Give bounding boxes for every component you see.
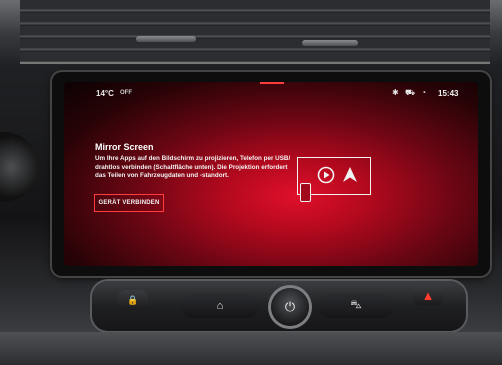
power-icon: ⏻ bbox=[284, 299, 296, 314]
infotainment-screen: 14°C OFF ✱ ⛟ ◔ 15:43 Mirror Screen Um Ih… bbox=[64, 82, 478, 266]
car-icon: ⛍ bbox=[350, 299, 362, 311]
car-connection-icon: ⛟ bbox=[404, 88, 416, 97]
vent-slat-left bbox=[136, 36, 196, 42]
carplay-icon bbox=[343, 167, 357, 182]
lock-icon[interactable]: 🔒 bbox=[118, 290, 148, 310]
vent-slat-right bbox=[302, 40, 358, 46]
home-button[interactable]: ⌂ bbox=[180, 294, 260, 318]
status-icons: ✱ ⛟ ◔ bbox=[392, 88, 430, 98]
temperature-display[interactable]: 14°C bbox=[96, 89, 114, 98]
side-knob bbox=[0, 132, 38, 202]
bluetooth-icon: ✱ bbox=[392, 88, 399, 97]
dashboard-photo: 14°C OFF ✱ ⛟ ◔ 15:43 Mirror Screen Um Ih… bbox=[0, 0, 502, 365]
power-knob[interactable]: ⏻ bbox=[271, 288, 309, 326]
home-icon: ⌂ bbox=[216, 300, 224, 312]
signal-icon: ◔ bbox=[421, 88, 427, 97]
android-auto-icon bbox=[317, 166, 335, 184]
car-settings-button[interactable]: ⛍ bbox=[318, 294, 394, 318]
climate-state[interactable]: OFF bbox=[120, 90, 132, 96]
clock: 15:43 bbox=[438, 89, 459, 98]
status-bar: 14°C OFF ✱ ⛟ ◔ 15:43 bbox=[64, 82, 478, 106]
connect-device-button[interactable]: GERÄT VERBINDEN bbox=[94, 194, 164, 212]
air-vent bbox=[20, 0, 490, 64]
hazard-button[interactable]: ▲ bbox=[412, 285, 444, 305]
lower-dashboard bbox=[0, 332, 502, 365]
page-title: Mirror Screen bbox=[95, 142, 154, 152]
phone-icon bbox=[300, 183, 311, 202]
description-text: Um Ihre Apps auf den Bildschirm zu proji… bbox=[95, 155, 291, 180]
hazard-icon: ▲ bbox=[421, 287, 435, 303]
home-indicator bbox=[260, 82, 284, 84]
